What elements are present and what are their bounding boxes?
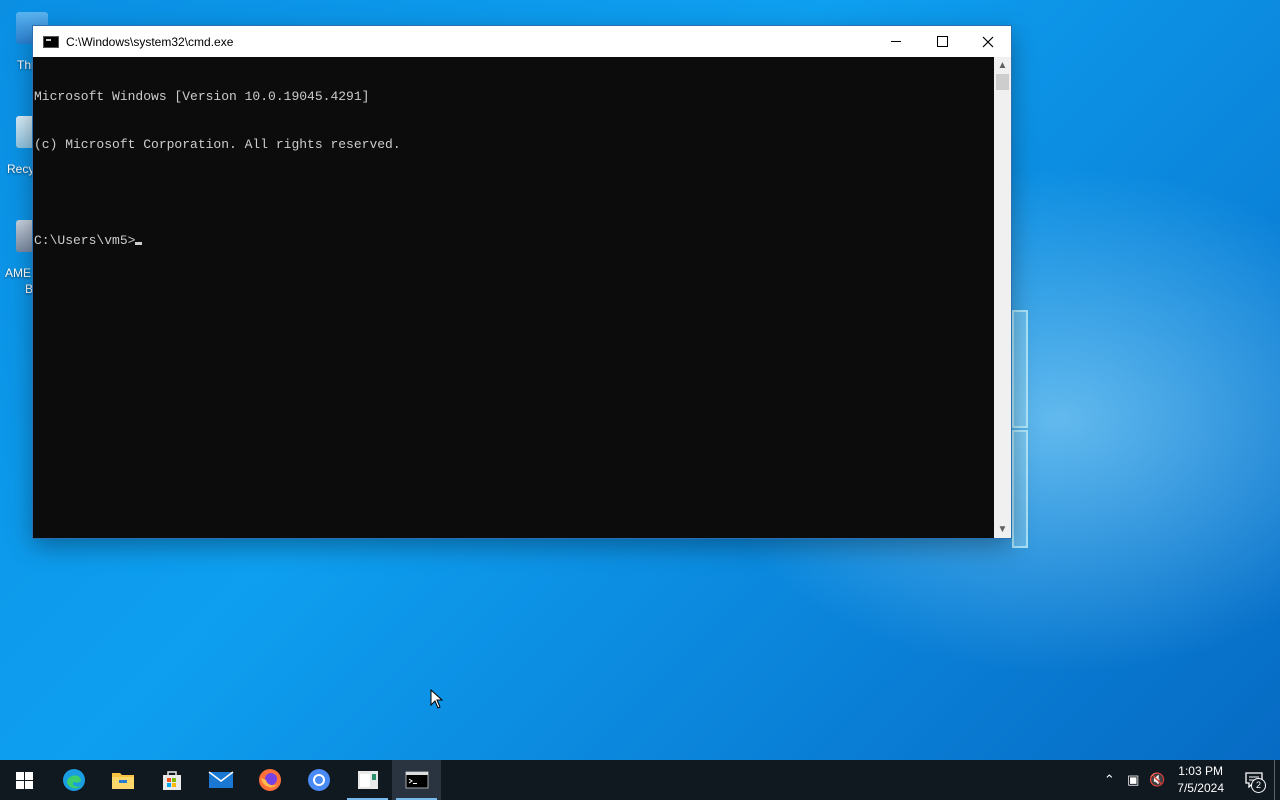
- maximize-button[interactable]: [919, 26, 965, 57]
- show-desktop-button[interactable]: [1274, 760, 1280, 800]
- taskbar-cmd[interactable]: [392, 760, 441, 800]
- store-icon: [162, 771, 181, 790]
- minimize-icon: [891, 41, 901, 42]
- console-line: Microsoft Windows [Version 10.0.19045.42…: [34, 89, 370, 104]
- clock-time: 1:03 PM: [1178, 764, 1223, 778]
- text-cursor: [135, 242, 143, 245]
- volume-muted-icon[interactable]: 🔇: [1145, 772, 1169, 788]
- scroll-up-button[interactable]: ▲: [994, 57, 1011, 74]
- cmd-window[interactable]: C:\Windows\system32\cmd.exe Microsoft Wi…: [33, 26, 1011, 538]
- start-button[interactable]: [0, 760, 49, 800]
- taskbar-firefox[interactable]: [245, 760, 294, 800]
- vertical-scrollbar[interactable]: ▲ ▼: [994, 57, 1011, 538]
- taskbar-microsoft-store[interactable]: [147, 760, 196, 800]
- chrome-icon: [307, 769, 330, 791]
- mail-icon: [208, 771, 233, 788]
- console-output[interactable]: Microsoft Windows [Version 10.0.19045.42…: [34, 57, 994, 538]
- taskbar-app[interactable]: [343, 760, 392, 800]
- desktop-icon-label: AME: [5, 266, 32, 280]
- firefox-icon: [258, 769, 281, 791]
- prompt-line: C:\Users\vm5>: [34, 233, 994, 249]
- mouse-cursor-icon: [430, 689, 444, 709]
- cmd-app-icon[interactable]: [43, 35, 59, 48]
- taskbar-chrome[interactable]: [294, 760, 343, 800]
- wallpaper-logo-pane: [1012, 310, 1028, 428]
- scrollbar-thumb[interactable]: [996, 74, 1009, 90]
- close-icon: [982, 36, 994, 47]
- taskbar-mail[interactable]: [196, 760, 245, 800]
- command-prompt: C:\Users\vm5>: [34, 233, 136, 248]
- close-button[interactable]: [965, 26, 1011, 57]
- notification-count-badge: 2: [1251, 778, 1266, 793]
- folder-icon: [111, 773, 134, 789]
- taskbar-clock[interactable]: 1:03 PM 7/5/2024: [1177, 763, 1224, 797]
- edge-icon: [62, 769, 85, 791]
- chevron-up-icon: ▲: [997, 60, 1008, 71]
- cmd-icon: [405, 771, 428, 789]
- desktop-icon-label: Thi: [17, 58, 34, 72]
- network-icon[interactable]: ▣: [1121, 772, 1145, 788]
- taskbar: ⌃ ▣ 🔇 1:03 PM 7/5/2024 2: [0, 760, 1280, 800]
- console-line: (c) Microsoft Corporation. All rights re…: [34, 137, 401, 152]
- windows-logo-icon: [16, 771, 33, 789]
- chevron-down-icon: ▼: [997, 524, 1008, 535]
- title-bar[interactable]: C:\Windows\system32\cmd.exe: [33, 26, 1011, 57]
- minimize-button[interactable]: [873, 26, 919, 57]
- clock-date: 7/5/2024: [1177, 781, 1224, 795]
- system-tray: ⌃ ▣ 🔇 1:03 PM 7/5/2024 2: [1097, 760, 1280, 800]
- desktop-icon-label: B: [25, 282, 34, 296]
- maximize-icon: [936, 36, 948, 47]
- app-window-icon: [357, 771, 378, 789]
- taskbar-file-explorer[interactable]: [98, 760, 147, 800]
- taskbar-edge[interactable]: [49, 760, 98, 800]
- show-hidden-icons-chevron-up-icon[interactable]: ⌃: [1097, 772, 1121, 788]
- action-center-button[interactable]: 2: [1234, 760, 1274, 800]
- desktop-icon-label: Recy: [7, 162, 35, 176]
- window-title: C:\Windows\system32\cmd.exe: [66, 34, 234, 49]
- scroll-down-button[interactable]: ▼: [994, 521, 1011, 538]
- wallpaper-logo-pane: [1012, 430, 1028, 548]
